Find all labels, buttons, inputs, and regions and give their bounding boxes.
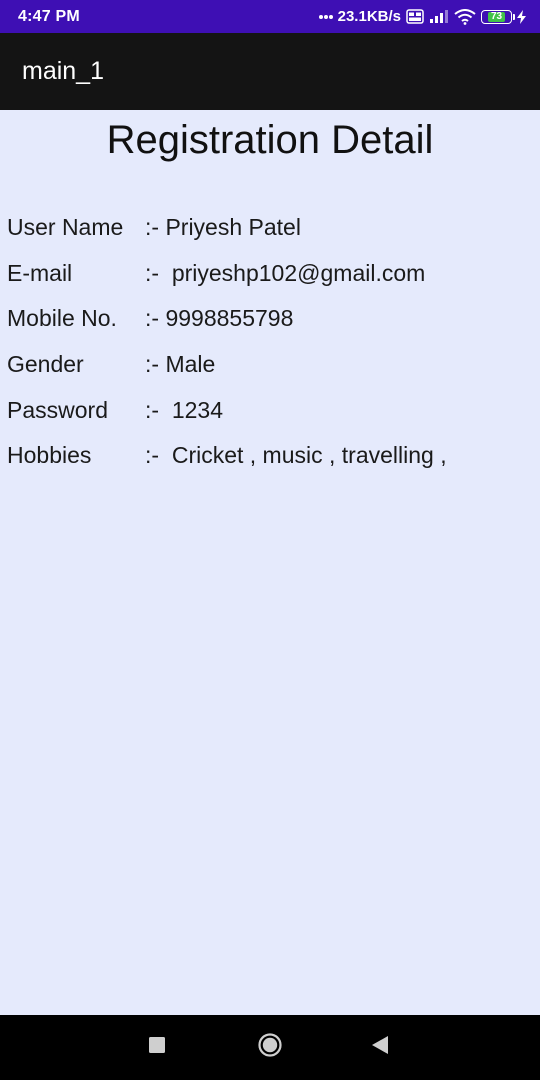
email-value: :- priyeshp102@gmail.com [145, 259, 426, 286]
password-label: Password [7, 396, 108, 423]
detail-row-hobbies: Hobbies :- Cricket , music , travelling … [7, 433, 532, 479]
username-label: User Name [7, 214, 124, 241]
hobbies-value: :- Cricket , music , travelling , [145, 442, 447, 469]
app-title: main_1 [22, 57, 104, 85]
battery-level: 73 [487, 11, 506, 22]
signal-icon [429, 10, 449, 23]
detail-row-email: E-mail :- priyeshp102@gmail.com [7, 251, 532, 297]
page-title: Registration Detail [106, 118, 434, 162]
detail-row-username: User Name :- Priyesh Patel [7, 205, 532, 251]
status-icons: 23.1KB/s 73 [318, 8, 526, 25]
home-icon [257, 1032, 283, 1063]
network-speed: 23.1KB/s [337, 8, 401, 25]
screen: 4:47 PM 23.1KB/s 73 main_1 Registration … [0, 0, 540, 1080]
status-bar: 4:47 PM 23.1KB/s 73 [0, 0, 540, 33]
gender-value: :- Male [145, 351, 216, 378]
dots-icon [318, 14, 333, 20]
password-value: :- 1234 [145, 396, 223, 423]
recent-apps-icon [148, 1036, 166, 1059]
charging-icon [517, 9, 526, 24]
email-label: E-mail [7, 259, 73, 286]
navigation-bar [0, 1015, 540, 1080]
gender-label: Gender [7, 351, 84, 378]
registration-details: User Name :- Priyesh Patel E-mail :- pri… [7, 205, 532, 479]
mobile-label: Mobile No. [7, 305, 117, 332]
recent-apps-button[interactable] [137, 1027, 177, 1067]
battery-icon: 73 [481, 9, 515, 24]
app-bar: main_1 [0, 33, 540, 110]
main-content: Registration Detail User Name :- Priyesh… [0, 110, 540, 1015]
status-time: 4:47 PM [18, 7, 80, 25]
detail-row-gender: Gender :- Male [7, 342, 532, 388]
home-button[interactable] [250, 1027, 290, 1067]
detail-row-password: Password :- 1234 [7, 387, 532, 433]
username-value: :- Priyesh Patel [145, 214, 301, 241]
detail-row-mobile: Mobile No. :- 9998855798 [7, 296, 532, 342]
wifi-icon [454, 8, 476, 25]
mobile-value: :- 9998855798 [145, 305, 294, 332]
volte-icon [406, 9, 424, 24]
hobbies-label: Hobbies [7, 442, 92, 469]
back-button[interactable] [360, 1027, 400, 1067]
back-icon [371, 1035, 389, 1060]
